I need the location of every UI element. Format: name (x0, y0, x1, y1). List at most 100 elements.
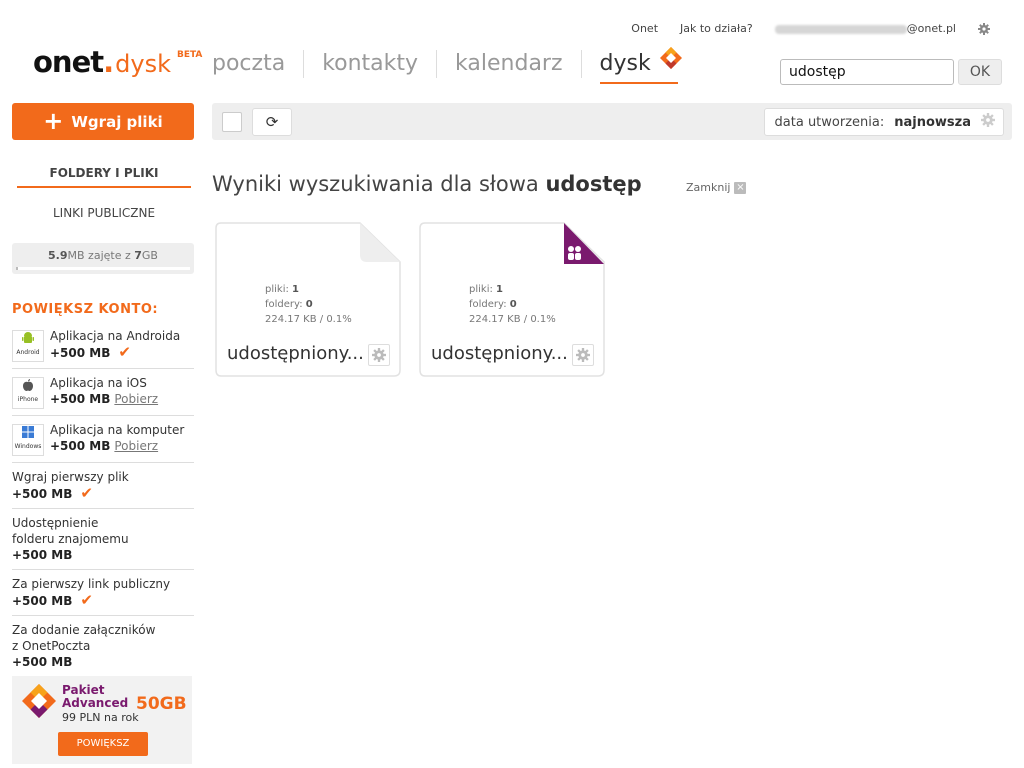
logo-product: dysk (115, 49, 171, 78)
logo-dot: . (103, 45, 115, 79)
nav-kontakty[interactable]: kontakty (303, 50, 436, 78)
top-links: Onet Jak to działa? @onet.pl (631, 22, 990, 35)
windows-icon-label: Windows (14, 443, 42, 450)
promo-share-folder-text: Udostępnienie folderu znajomemu (12, 516, 129, 546)
dysk-diamond-icon (659, 47, 682, 69)
quota-bar-fill (16, 267, 18, 270)
quota-total: 7 (134, 249, 142, 262)
folder-name[interactable]: udostępniony... (227, 343, 367, 364)
tab-public-links[interactable]: LINKI PUBLICZNE (17, 206, 191, 220)
results-heading: Wyniki wyszukiwania dla słowa udostęp (212, 172, 642, 196)
folder-size: 224.17 KB / 0.1% (265, 314, 352, 325)
storage-quota: 5.9MB zajęte z 7GB (12, 243, 194, 274)
promo-first-file-text: Wgraj pierwszy plik (12, 470, 129, 484)
user-email[interactable]: @onet.pl (774, 22, 956, 35)
search-ok-button[interactable]: OK (958, 59, 1002, 85)
promo-share-folder-bonus: +500 MB (12, 548, 73, 562)
folder-name[interactable]: udostępniony... (431, 343, 571, 364)
sort-value: najnowsza (894, 114, 971, 130)
folder-stats: pliki: 1 foldery: 0 224.17 KB / 0.1% (469, 282, 556, 327)
plus-icon: + (43, 106, 64, 135)
shared-users-icon (568, 246, 581, 260)
files-label: pliki: (265, 284, 289, 295)
sort-label: data utworzenia: (774, 114, 885, 130)
refresh-icon: ⟳ (265, 113, 279, 131)
quota-used: 5.9 (48, 249, 68, 262)
folder-gear-icon[interactable] (368, 344, 390, 366)
file-toolbar: ⟳ data utworzenia: najnowsza (212, 103, 1012, 140)
checkmark-icon: ✔ (80, 484, 93, 502)
active-underline (599, 82, 678, 84)
close-results-link[interactable]: Zamknij × (686, 181, 747, 194)
folders-count: 0 (509, 299, 517, 310)
upload-files-button[interactable]: + Wgraj pliki (12, 103, 194, 140)
search-input[interactable] (780, 59, 954, 85)
promo-item-attachments: Za dodanie załączników z OnetPoczta +500… (12, 616, 194, 676)
promo-attachments-text: Za dodanie załączników z OnetPoczta (12, 623, 156, 653)
promo-first-file-bonus: +500 MB (12, 487, 73, 501)
ios-download-link[interactable]: Pobierz (114, 392, 158, 406)
promo-windows-bonus: +500 MB (50, 439, 111, 453)
ios-icon-label: iPhone (17, 396, 39, 403)
nav-kalendarz[interactable]: kalendarz (436, 50, 580, 78)
folder-card[interactable]: pliki: 1 foldery: 0 224.17 KB / 0.1% udo… (215, 222, 401, 377)
results-heading-prefix: Wyniki wyszukiwania dla słowa (212, 172, 546, 196)
promo-attachments-bonus: +500 MB (12, 655, 73, 669)
nav-poczta[interactable]: poczta (212, 50, 303, 78)
promo-item-public-link: Za pierwszy link publiczny +500 MB ✔ (12, 570, 194, 616)
promo-public-link-text: Za pierwszy link publiczny (12, 577, 171, 591)
promo-item-android[interactable]: Android Aplikacja na Androida +500 MB ✔ (12, 322, 194, 369)
promo-title: POWIĘKSZ KONTO: (12, 302, 159, 317)
select-all-checkbox[interactable] (222, 112, 242, 132)
promo-ios-text: Aplikacja na iOS (50, 376, 147, 390)
onet-diamond-icon (22, 684, 56, 718)
promo-item-windows[interactable]: Windows Aplikacja na komputer +500 MB Pob… (12, 416, 194, 463)
results-query: udostęp (545, 172, 642, 196)
quota-used-unit: MB zajęte z (67, 249, 135, 262)
android-icon: Android (12, 330, 44, 362)
beta-badge: BETA (176, 50, 203, 60)
sort-dropdown[interactable]: data utworzenia: najnowsza (763, 108, 1004, 136)
upload-label: Wgraj pliki (71, 112, 163, 131)
files-count: 1 (496, 284, 503, 295)
promo-ios-bonus: +500 MB (50, 392, 111, 406)
tab-folders-files[interactable]: FOLDERY I PLIKI (17, 166, 191, 188)
nav-dysk[interactable]: dysk (580, 47, 700, 84)
quota-bar (16, 267, 190, 270)
promo-list: Android Aplikacja na Androida +500 MB ✔ i… (12, 322, 194, 676)
how-it-works-link[interactable]: Jak to działa? (680, 22, 753, 35)
advanced-package-ad: Pakiet Advanced 50GB 99 PLN na rok POWIĘ… (12, 676, 192, 764)
folders-count: 0 (305, 299, 313, 310)
windows-download-link[interactable]: Pobierz (114, 439, 158, 453)
promo-item-first-file: Wgraj pierwszy plik +500 MB ✔ (12, 463, 194, 509)
android-icon-label: Android (16, 349, 40, 356)
advanced-name-line2: Advanced (62, 696, 129, 710)
refresh-button[interactable]: ⟳ (252, 108, 292, 136)
onet-link[interactable]: Onet (631, 22, 658, 35)
folder-stats: pliki: 1 foldery: 0 224.17 KB / 0.1% (265, 282, 352, 327)
files-label: pliki: (469, 284, 493, 295)
email-domain: @onet.pl (906, 22, 956, 35)
checkmark-icon: ✔ (80, 591, 93, 609)
folders-label: foldery: (265, 299, 303, 310)
settings-gear-icon[interactable] (978, 22, 990, 35)
sort-gear-icon[interactable] (981, 113, 995, 131)
advanced-price: 99 PLN na rok (62, 711, 139, 724)
quota-total-unit: GB (141, 249, 158, 262)
close-label: Zamknij (686, 181, 731, 194)
promo-item-share-folder: Udostępnienie folderu znajomemu +500 MB (12, 509, 194, 570)
upgrade-button[interactable]: POWIĘKSZ (58, 732, 148, 756)
main-nav: poczta kontakty kalendarz dysk (212, 47, 700, 84)
advanced-name: Pakiet Advanced (62, 684, 128, 710)
promo-item-ios[interactable]: iPhone Aplikacja na iOS +500 MB Pobierz (12, 369, 194, 416)
onet-dysk-logo[interactable]: onet . dysk BETA (33, 45, 203, 79)
folders-label: foldery: (469, 299, 507, 310)
close-icon: × (734, 181, 747, 194)
windows-icon: Windows (12, 424, 44, 456)
email-blurred (774, 24, 907, 34)
promo-public-link-bonus: +500 MB (12, 594, 73, 608)
folder-gear-icon[interactable] (572, 344, 594, 366)
folder-card-shared[interactable]: pliki: 1 foldery: 0 224.17 KB / 0.1% udo… (419, 222, 605, 377)
logo-brand: onet (33, 45, 104, 79)
apple-icon: iPhone (12, 377, 44, 409)
